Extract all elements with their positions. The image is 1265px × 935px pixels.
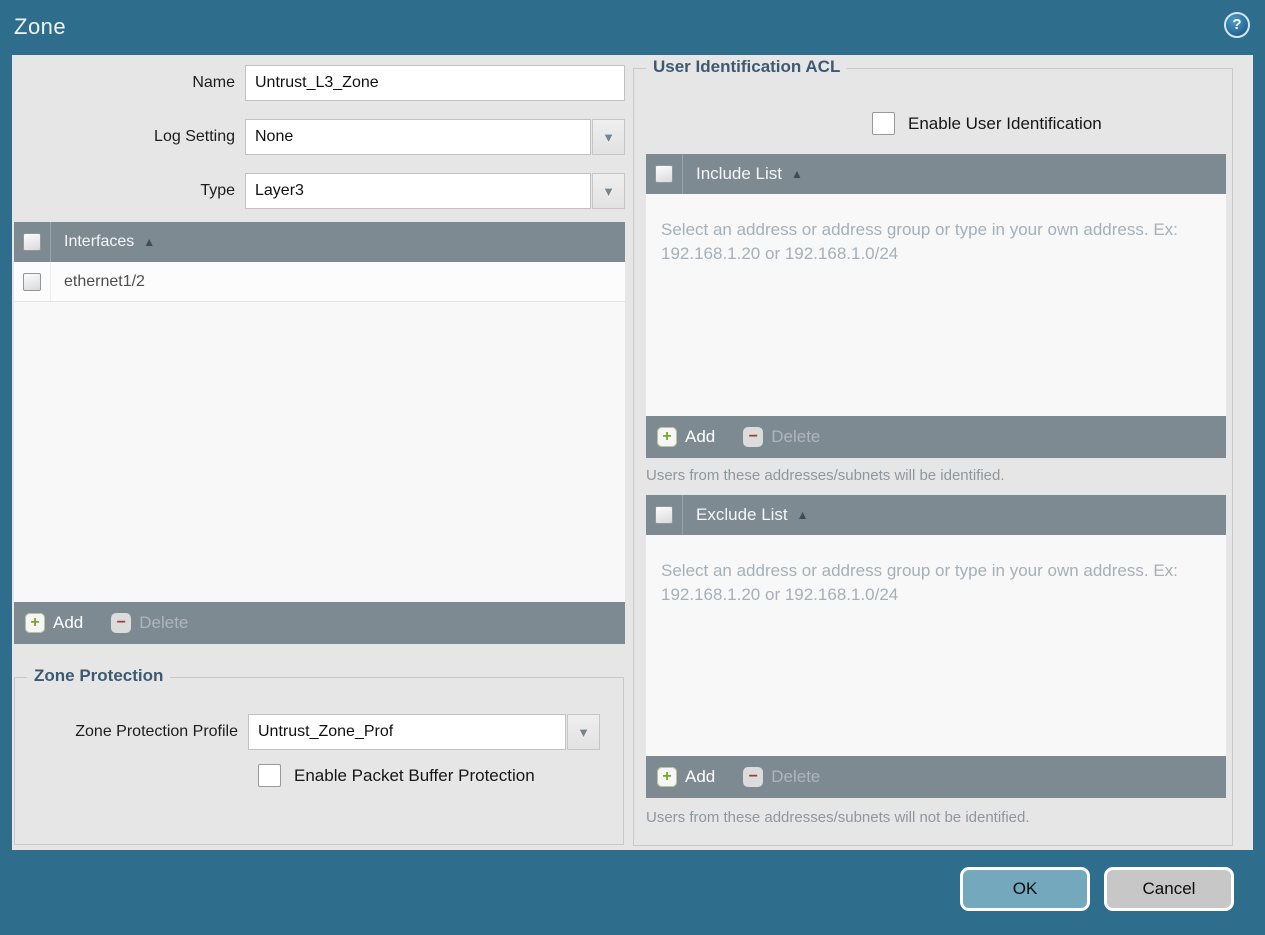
exclude-list-caption: Users from these addresses/subnets will … (646, 809, 1030, 826)
ok-button[interactable]: OK (960, 867, 1090, 911)
log-setting-combo: ▼ (245, 119, 625, 155)
column-header-include-list[interactable]: Include List ▲ (683, 164, 803, 184)
add-exclude-address-button[interactable]: + Add (657, 767, 715, 787)
exclude-list-toolbar: + Add − Delete (646, 756, 1226, 798)
dialog-body: Name Log Setting ▼ Type ▼ (12, 55, 1253, 850)
sort-asc-icon: ▲ (143, 235, 156, 249)
enable-user-identification-checkbox[interactable] (872, 112, 895, 135)
zone-protection-profile-row: Zone Protection Profile ▼ (15, 714, 600, 750)
cancel-button[interactable]: Cancel (1104, 867, 1234, 911)
log-setting-input[interactable] (245, 119, 591, 155)
chevron-down-icon: ▼ (602, 183, 615, 199)
user-identification-acl-section: User Identification ACL Enable User Iden… (633, 57, 1233, 846)
type-dropdown-button[interactable]: ▼ (592, 173, 625, 209)
delete-interface-button[interactable]: − Delete (111, 613, 188, 633)
delete-exclude-address-button[interactable]: − Delete (743, 767, 820, 787)
chevron-down-icon: ▼ (602, 129, 615, 145)
zone-protection-profile-label: Zone Protection Profile (75, 723, 238, 740)
include-list-header: Include List ▲ (646, 154, 1226, 194)
interfaces-table: Interfaces ▲ ethernet1/2 + Add − Delete (14, 222, 625, 644)
name-row: Name (14, 65, 626, 101)
exclude-list-table: Exclude List ▲ Select an address or addr… (646, 495, 1226, 798)
interfaces-table-header: Interfaces ▲ (14, 222, 625, 262)
dialog-title: Zone (14, 14, 67, 39)
include-list-table: Include List ▲ Select an address or addr… (646, 154, 1226, 458)
column-header-exclude-list[interactable]: Exclude List ▲ (683, 505, 809, 525)
header-checkbox-cell (646, 154, 683, 194)
include-list-body: Select an address or address group or ty… (646, 194, 1226, 416)
log-setting-row: Log Setting ▼ (14, 119, 626, 155)
header-checkbox-cell (646, 495, 683, 535)
minus-icon: − (743, 427, 764, 447)
add-interface-button[interactable]: + Add (25, 613, 83, 633)
add-include-address-button[interactable]: + Add (657, 427, 715, 447)
zone-protection-profile-dropdown-button[interactable]: ▼ (567, 714, 600, 750)
interface-name: ethernet1/2 (64, 272, 145, 290)
sort-asc-icon: ▲ (791, 167, 803, 181)
exclude-select-all-checkbox[interactable] (655, 506, 673, 524)
name-label: Name (192, 74, 235, 91)
column-header-interfaces[interactable]: Interfaces ▲ (51, 233, 155, 251)
packet-buffer-protection-checkbox[interactable] (258, 764, 281, 787)
minus-icon: − (743, 767, 764, 787)
packet-buffer-protection-label: Enable Packet Buffer Protection (294, 765, 535, 785)
interfaces-table-body (14, 302, 625, 602)
interfaces-table-toolbar: + Add − Delete (14, 602, 625, 644)
delete-include-address-button[interactable]: − Delete (743, 427, 820, 447)
type-row: Type ▼ (14, 173, 626, 209)
help-icon[interactable]: ? (1224, 12, 1250, 38)
select-all-checkbox[interactable] (23, 233, 41, 251)
plus-icon: + (657, 767, 677, 787)
exclude-list-body: Select an address or address group or ty… (646, 535, 1226, 756)
zone-form: Name Log Setting ▼ Type ▼ (14, 65, 626, 227)
include-list-placeholder: Select an address or address group or ty… (661, 220, 1178, 263)
zone-protection-profile-input[interactable] (248, 714, 567, 750)
log-setting-label: Log Setting (154, 128, 235, 145)
name-input[interactable] (245, 65, 625, 101)
header-checkbox-cell (14, 222, 51, 262)
include-list-toolbar: + Add − Delete (646, 416, 1226, 458)
user-identification-acl-legend: User Identification ACL (646, 57, 848, 77)
zone-protection-legend: Zone Protection (27, 666, 171, 686)
zone-protection-section: Zone Protection Zone Protection Profile … (14, 666, 624, 845)
zone-protection-profile-combo: ▼ (248, 714, 600, 750)
row-checkbox[interactable] (23, 272, 41, 291)
enable-user-identification-row: Enable User Identification (872, 112, 1102, 135)
row-checkbox-cell (14, 262, 51, 301)
sort-asc-icon: ▲ (796, 508, 809, 522)
enable-user-identification-label: Enable User Identification (908, 113, 1102, 133)
plus-icon: + (657, 427, 677, 447)
type-label: Type (200, 182, 235, 199)
exclude-list-header: Exclude List ▲ (646, 495, 1226, 535)
chevron-down-icon: ▼ (577, 724, 591, 740)
table-row[interactable]: ethernet1/2 (14, 262, 625, 302)
type-input[interactable] (245, 173, 591, 209)
exclude-list-placeholder: Select an address or address group or ty… (661, 561, 1178, 604)
packet-buffer-protection-row: Enable Packet Buffer Protection (258, 764, 535, 787)
include-list-caption: Users from these addresses/subnets will … (646, 467, 1005, 484)
minus-icon: − (111, 613, 132, 633)
plus-icon: + (25, 613, 45, 633)
include-select-all-checkbox[interactable] (655, 165, 673, 183)
type-combo: ▼ (245, 173, 625, 209)
log-setting-dropdown-button[interactable]: ▼ (592, 119, 625, 155)
